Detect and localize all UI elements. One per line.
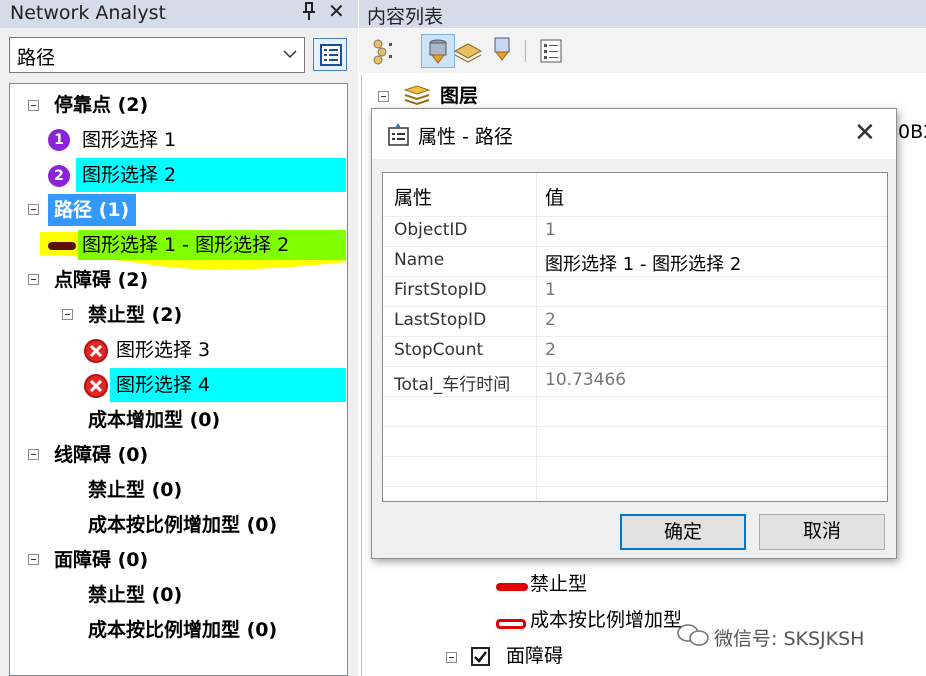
field-value: 1 bbox=[545, 280, 556, 300]
toc-item-polygon-barriers[interactable]: 面障碍 bbox=[506, 644, 563, 668]
empty-row bbox=[383, 427, 887, 457]
list-by-visibility-button[interactable] bbox=[451, 34, 485, 68]
tree-item-route-1[interactable]: 图形选择 1 - 图形选择 2 bbox=[82, 233, 289, 257]
layers-icon bbox=[403, 85, 431, 106]
collapse-icon[interactable] bbox=[28, 554, 39, 565]
properties-window-button[interactable] bbox=[313, 38, 347, 71]
tree-node-polygon-barriers[interactable]: 面障碍 (0) bbox=[54, 548, 148, 572]
table-row[interactable]: FirstStopID 1 bbox=[383, 277, 887, 307]
dialog-titlebar[interactable]: 属性 - 路径 ✕ bbox=[372, 109, 896, 159]
cancel-button[interactable]: 取消 bbox=[759, 514, 885, 550]
field-value: 2 bbox=[545, 310, 556, 330]
route-line-icon bbox=[48, 242, 76, 250]
stop-1-badge: 1 bbox=[48, 129, 70, 151]
tree-node-stops[interactable]: 停靠点 (2) bbox=[54, 93, 148, 117]
attribute-grid[interactable]: 属性 值 ObjectID 1 Name 图形选择 1 - 图形选择 2 Fir… bbox=[382, 172, 888, 502]
field-value: 2 bbox=[545, 340, 556, 360]
restriction-line-symbol bbox=[496, 583, 528, 591]
tree-node-point-restriction[interactable]: 禁止型 (2) bbox=[88, 303, 182, 327]
toc-titlebar[interactable] bbox=[359, 0, 926, 28]
list-by-drawing-order-button[interactable] bbox=[421, 34, 455, 68]
field-name: FirstStopID bbox=[394, 280, 487, 300]
list-by-visibility-icon bbox=[453, 43, 483, 63]
scaled-cost-line-symbol bbox=[496, 619, 526, 629]
chevron-down-icon[interactable] bbox=[282, 46, 298, 62]
tree-node-point-barriers[interactable]: 点障碍 (2) bbox=[54, 268, 148, 292]
network-analyst-tree[interactable]: 停靠点 (2) 1 图形选择 1 2 图形选择 2 路径 (1) 图形选择 1 … bbox=[9, 83, 348, 676]
ok-button[interactable]: 确定 bbox=[620, 514, 746, 550]
table-row[interactable]: StopCount 2 bbox=[383, 337, 887, 367]
options-button[interactable] bbox=[534, 34, 568, 68]
toc-title: 内容列表 bbox=[367, 6, 444, 28]
tree-item-stop-2[interactable]: 图形选择 2 bbox=[82, 163, 176, 187]
list-by-source-icon bbox=[373, 39, 392, 65]
collapse-icon[interactable] bbox=[28, 449, 39, 460]
stop-2-badge: 2 bbox=[48, 165, 70, 187]
network-analyst-title: Network Analyst bbox=[10, 2, 166, 24]
list-by-source-button[interactable] bbox=[369, 34, 403, 68]
field-name: ObjectID bbox=[394, 220, 468, 240]
column-header-value: 值 bbox=[545, 187, 565, 209]
properties-window-icon bbox=[320, 44, 342, 66]
tree-node-line-barriers[interactable]: 线障碍 (0) bbox=[54, 443, 148, 467]
tree-node-line-restriction[interactable]: 禁止型 (0) bbox=[88, 478, 182, 502]
pin-icon[interactable] bbox=[300, 0, 318, 27]
field-name: LastStopID bbox=[394, 310, 487, 330]
field-name: Name bbox=[394, 250, 445, 270]
field-value: 10.73466 bbox=[545, 370, 627, 390]
close-icon[interactable]: ✕ bbox=[328, 0, 345, 23]
field-value: 图形选择 1 - 图形选择 2 bbox=[545, 254, 742, 275]
list-by-draw-order-icon bbox=[429, 39, 447, 64]
wechat-icon bbox=[677, 624, 709, 646]
table-row[interactable]: ObjectID 1 bbox=[383, 217, 887, 247]
collapse-icon[interactable] bbox=[28, 204, 39, 215]
collapse-icon[interactable] bbox=[28, 100, 39, 111]
collapse-icon[interactable] bbox=[378, 91, 389, 102]
field-name: StopCount bbox=[394, 340, 484, 360]
dialog-title: 属性 - 路径 bbox=[418, 126, 513, 148]
tree-node-routes[interactable]: 路径 (1) bbox=[54, 198, 129, 222]
table-row[interactable]: LastStopID 2 bbox=[383, 307, 887, 337]
tree-item-stop-1[interactable]: 图形选择 1 bbox=[82, 128, 176, 152]
list-by-selection-button[interactable] bbox=[486, 34, 520, 68]
tree-node-line-scaled-cost[interactable]: 成本按比例增加型 (0) bbox=[88, 513, 277, 537]
empty-row bbox=[383, 397, 887, 427]
grid-header: 属性 值 bbox=[383, 173, 887, 217]
list-by-selection-icon bbox=[494, 37, 510, 61]
layer-select[interactable]: 路径 bbox=[9, 37, 305, 73]
tree-node-polygon-restriction[interactable]: 禁止型 (0) bbox=[88, 583, 182, 607]
visibility-checkbox[interactable] bbox=[471, 647, 490, 666]
field-value: 1 bbox=[545, 220, 556, 240]
empty-row bbox=[383, 457, 887, 487]
table-row[interactable]: Total_车行时间 10.73466 bbox=[383, 367, 887, 397]
layer-select-value: 路径 bbox=[17, 47, 56, 69]
tree-item-point-barrier-3[interactable]: 图形选择 3 bbox=[116, 338, 210, 362]
column-header-field: 属性 bbox=[394, 187, 433, 209]
watermark-text: 微信号: SKSJKSH bbox=[714, 628, 865, 650]
clipped-text: 0B2 bbox=[898, 121, 926, 143]
collapse-icon[interactable] bbox=[62, 309, 73, 320]
toc-item-restriction[interactable]: 禁止型 bbox=[530, 572, 587, 596]
properties-dialog: 属性 - 路径 ✕ 属性 值 ObjectID 1 Name 图形选择 1 - … bbox=[371, 108, 897, 559]
toc-item-scaled-cost[interactable]: 成本按比例增加型 bbox=[530, 608, 682, 632]
barrier-x-icon bbox=[84, 374, 108, 398]
tree-item-point-barrier-4[interactable]: 图形选择 4 bbox=[116, 373, 210, 397]
table-row[interactable]: Name 图形选择 1 - 图形选择 2 bbox=[383, 247, 887, 277]
tree-node-polygon-scaled-cost[interactable]: 成本按比例增加型 (0) bbox=[88, 618, 277, 642]
toolbar-separator bbox=[525, 40, 526, 62]
field-name: Total_车行时间 bbox=[394, 375, 511, 395]
barrier-x-icon bbox=[84, 339, 108, 363]
toc-root-layers[interactable]: 图层 bbox=[440, 84, 478, 108]
collapse-icon[interactable] bbox=[446, 652, 457, 663]
tree-node-point-added-cost[interactable]: 成本增加型 (0) bbox=[88, 408, 220, 432]
close-icon[interactable]: ✕ bbox=[854, 118, 876, 148]
options-icon bbox=[540, 39, 562, 63]
properties-dialog-icon bbox=[388, 123, 409, 146]
collapse-icon[interactable] bbox=[28, 274, 39, 285]
